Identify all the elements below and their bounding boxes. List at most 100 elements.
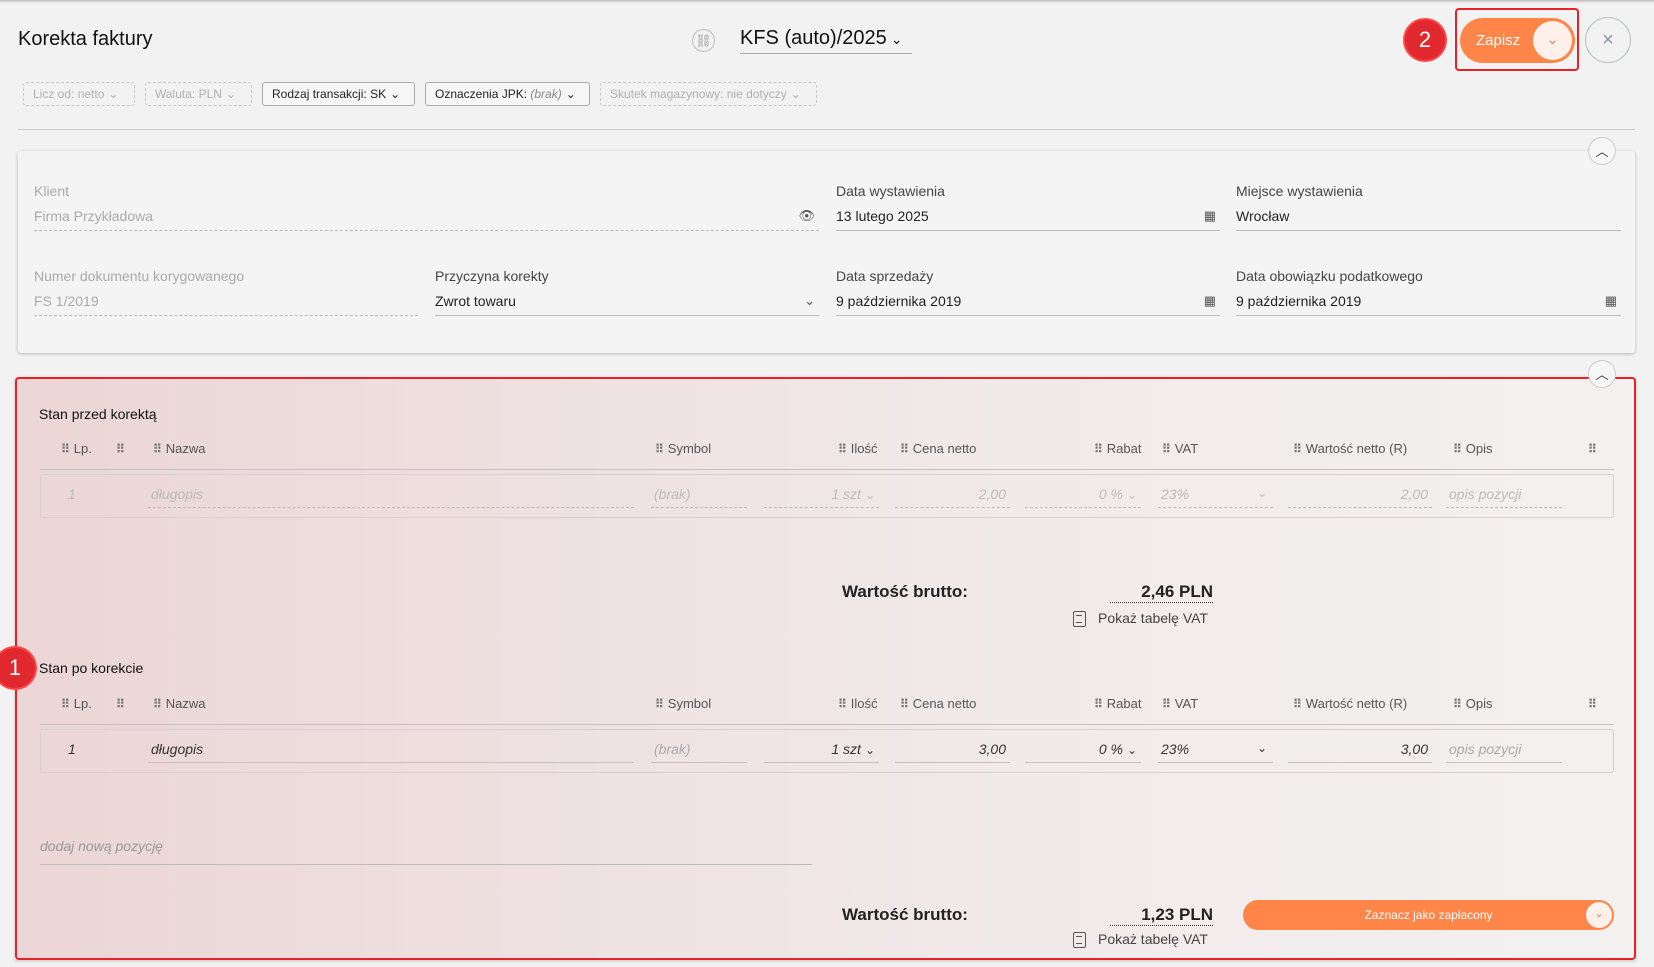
filter-value: PLN xyxy=(198,87,222,101)
drag-handle-icon[interactable]: ⠿ xyxy=(153,442,162,456)
sale-date-field[interactable]: 9 października 2019 ▦ xyxy=(836,292,1220,316)
vat-table-link-label: Pokaż tabelę VAT xyxy=(1098,610,1208,626)
after-gross-value[interactable]: 1,23 PLN xyxy=(1110,905,1213,926)
calendar-icon[interactable]: ▦ xyxy=(1204,207,1216,225)
client-label: Klient xyxy=(34,183,70,199)
column-header-net[interactable]: ⠿ Wartość netto (R) xyxy=(1293,441,1407,456)
cell-net[interactable]: 3,00 xyxy=(1288,741,1432,763)
drag-handle-icon[interactable]: ⠿ xyxy=(1293,697,1302,711)
cell-price[interactable]: 3,00 xyxy=(895,741,1010,763)
add-position-input[interactable]: dodaj nową pozycję xyxy=(40,838,812,865)
column-header-qty[interactable]: ⠿ Ilość xyxy=(838,441,878,456)
save-options-chevron-icon[interactable]: ⌄ xyxy=(1533,21,1572,60)
column-header-desc[interactable]: ⠿ Opis xyxy=(1453,441,1493,456)
drag-handle-icon[interactable]: ⠿ xyxy=(1293,442,1302,456)
column-header-discount[interactable]: ⠿ Rabat xyxy=(1094,441,1142,456)
cell-symbol[interactable]: (brak) xyxy=(651,741,747,763)
column-header-name[interactable]: ⠿ Nazwa xyxy=(153,441,206,456)
drag-handle-icon[interactable]: ⠿ xyxy=(900,697,909,711)
filter-jpk-marks[interactable]: Oznaczenia JPK: (brak) ⌄ xyxy=(425,82,590,106)
column-header-symbol[interactable]: ⠿ Symbol xyxy=(655,441,711,456)
reason-select[interactable]: Zwrot towaru ⌄ xyxy=(435,292,819,316)
client-field[interactable]: Firma Przykładowa 👁 xyxy=(34,207,819,231)
column-header-net[interactable]: ⠿ Wartość netto (R) xyxy=(1293,696,1407,711)
calendar-icon[interactable]: ▦ xyxy=(1204,292,1216,310)
after-vat-table-link[interactable]: Pokaż tabelę VAT xyxy=(1073,931,1208,949)
cell-name[interactable]: długopis xyxy=(148,741,634,763)
cell-qty[interactable]: 1 szt ⌄ xyxy=(764,741,879,763)
save-button[interactable]: Zapisz ⌄ xyxy=(1460,18,1575,63)
drag-handle-icon[interactable]: ⠿ xyxy=(900,442,909,456)
mark-paid-options-chevron-icon[interactable]: ⌄ xyxy=(1586,902,1612,928)
place-field[interactable]: Wrocław xyxy=(1236,207,1621,231)
drag-handle-icon[interactable]: ⠿ xyxy=(838,442,847,456)
column-header-discount[interactable]: ⠿ Rabat xyxy=(1094,696,1142,711)
chevron-down-icon: ⌄ xyxy=(108,87,119,101)
drag-handle-icon[interactable]: ⠿ xyxy=(1588,697,1597,711)
drag-handle-icon[interactable]: ⠿ xyxy=(1094,442,1103,456)
close-button[interactable]: × xyxy=(1585,17,1631,63)
cell-desc[interactable]: opis pozycji xyxy=(1446,486,1562,508)
issue-date-field[interactable]: 13 lutego 2025 ▦ xyxy=(836,207,1220,231)
drag-handle-icon[interactable]: ⠿ xyxy=(61,697,70,711)
column-header-drag[interactable]: ⠿ xyxy=(116,696,129,711)
cell-qty[interactable]: 1 szt ⌄ xyxy=(764,486,879,508)
filter-label: Licz od: xyxy=(33,87,75,101)
name-value: długopis xyxy=(151,486,204,502)
link-icon[interactable]: ⛓ xyxy=(692,29,715,52)
filter-currency[interactable]: Waluta: PLN ⌄ xyxy=(145,82,252,106)
filter-count-from[interactable]: Licz od: netto ⌄ xyxy=(23,82,135,106)
cell-desc[interactable]: opis pozycji xyxy=(1446,741,1562,763)
drag-handle-icon[interactable]: ⠿ xyxy=(655,442,664,456)
column-label: Ilość xyxy=(850,441,878,456)
cell-price[interactable]: 2,00 xyxy=(895,486,1010,508)
drag-handle-icon[interactable]: ⠿ xyxy=(153,697,162,711)
drag-handle-icon[interactable]: ⠿ xyxy=(1588,442,1597,456)
column-header-vat[interactable]: ⠿ VAT xyxy=(1162,696,1198,711)
drag-handle-icon[interactable]: ⠿ xyxy=(61,442,70,456)
column-header-drag[interactable]: ⠿ xyxy=(116,441,129,456)
before-gross-value[interactable]: 2,46 PLN xyxy=(1110,582,1213,603)
column-header-settings[interactable]: ⠿ xyxy=(1588,696,1601,711)
cell-name[interactable]: długopis xyxy=(148,486,634,508)
column-header-lp[interactable]: ⠿ Lp. xyxy=(61,441,92,456)
cell-discount[interactable]: 0 % ⌄ xyxy=(1025,741,1141,763)
column-label: Symbol xyxy=(667,441,712,456)
filter-transaction-type[interactable]: Rodzaj transakcji: SK ⌄ xyxy=(262,82,415,106)
tax-date-field[interactable]: 9 października 2019 ▦ xyxy=(1236,292,1621,316)
collapse-details-button[interactable]: ︿ xyxy=(1588,137,1616,165)
column-header-vat[interactable]: ⠿ VAT xyxy=(1162,441,1198,456)
calendar-icon[interactable]: ▦ xyxy=(1605,292,1617,310)
cell-net[interactable]: 2,00 xyxy=(1288,486,1432,508)
cell-discount[interactable]: 0 % ⌄ xyxy=(1025,486,1141,508)
column-header-qty[interactable]: ⠿ Ilość xyxy=(838,696,878,711)
column-header-price[interactable]: ⠿ Cena netto xyxy=(900,441,976,456)
cell-symbol[interactable]: (brak) xyxy=(651,486,747,508)
header-divider xyxy=(40,469,1614,470)
document-number-select[interactable]: KFS (auto)/2025 ⌄ xyxy=(740,27,912,54)
column-header-settings[interactable]: ⠿ xyxy=(1588,441,1601,456)
drag-handle-icon[interactable]: ⠿ xyxy=(1453,697,1462,711)
drag-handle-icon[interactable]: ⠿ xyxy=(838,697,847,711)
drag-handle-icon[interactable]: ⠿ xyxy=(1162,442,1171,456)
drag-handle-icon[interactable]: ⠿ xyxy=(116,442,125,456)
desc-value: opis pozycji xyxy=(1449,486,1522,502)
before-vat-table-link[interactable]: Pokaż tabelę VAT xyxy=(1073,610,1208,628)
filter-warehouse-effect[interactable]: Skutek magazynowy: nie dotyczy ⌄ xyxy=(600,82,817,106)
drag-handle-icon[interactable]: ⠿ xyxy=(1162,697,1171,711)
collapse-positions-button[interactable]: ︿ xyxy=(1588,360,1616,388)
column-header-name[interactable]: ⠿ Nazwa xyxy=(153,696,206,711)
drag-handle-icon[interactable]: ⠿ xyxy=(1094,697,1103,711)
filter-label: Skutek magazynowy: xyxy=(610,87,724,101)
column-header-symbol[interactable]: ⠿ Symbol xyxy=(655,696,711,711)
drag-handle-icon[interactable]: ⠿ xyxy=(1453,442,1462,456)
mark-as-paid-button[interactable]: Zaznacz jako zapłacony ⌄ xyxy=(1243,900,1614,930)
column-header-desc[interactable]: ⠿ Opis xyxy=(1453,696,1493,711)
cell-vat[interactable]: 23% ⌄ xyxy=(1158,486,1273,508)
cell-vat[interactable]: 23% ⌄ xyxy=(1158,741,1273,763)
column-header-price[interactable]: ⠿ Cena netto xyxy=(900,696,976,711)
drag-handle-icon[interactable]: ⠿ xyxy=(116,697,125,711)
drag-handle-icon[interactable]: ⠿ xyxy=(655,697,664,711)
column-header-lp[interactable]: ⠿ Lp. xyxy=(61,696,92,711)
eye-icon[interactable]: 👁 xyxy=(798,207,815,225)
